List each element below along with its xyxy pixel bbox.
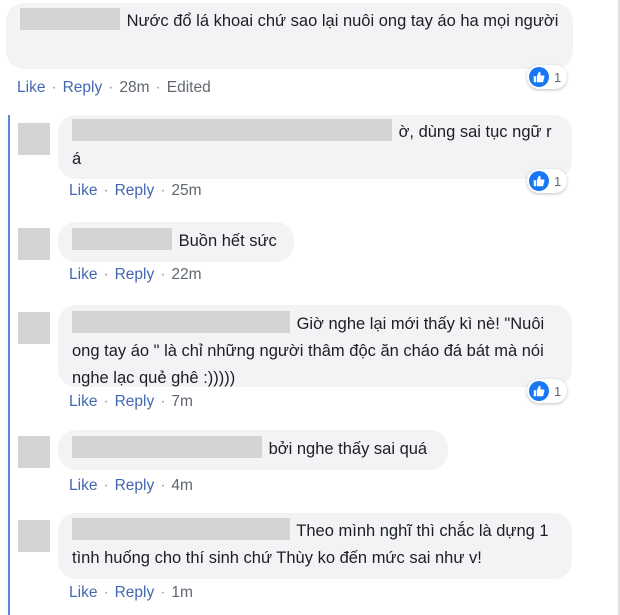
reply-link[interactable]: Reply: [115, 182, 155, 199]
comment-bubble: Theo mình nghĩ thì chắc là dựng 1 tình h…: [58, 513, 572, 579]
thumbs-up-icon: [529, 67, 549, 87]
comment-text: Nước đổ lá khoai chứ sao lại nuôi ong ta…: [126, 12, 559, 30]
avatar[interactable]: [18, 228, 50, 260]
commenter-name-redacted[interactable]: [72, 119, 392, 141]
like-link[interactable]: Like: [69, 477, 97, 494]
thumbs-up-icon: [529, 171, 549, 191]
commenter-name-redacted[interactable]: [20, 8, 120, 30]
comment-actions: Like · Reply · 4m: [69, 477, 193, 494]
thumbs-up-icon: [529, 381, 549, 401]
reply-link[interactable]: Reply: [115, 477, 155, 494]
comment-text: bởi nghe thấy sai quá: [268, 440, 428, 458]
avatar[interactable]: [18, 123, 50, 155]
commenter-name-redacted[interactable]: [72, 311, 290, 333]
timestamp[interactable]: 22m: [171, 266, 201, 283]
comment-text: Buồn hết sức: [178, 232, 277, 250]
like-link[interactable]: Like: [69, 182, 97, 199]
like-link[interactable]: Like: [69, 393, 97, 410]
reply-link[interactable]: Reply: [115, 393, 155, 410]
comment-actions: Like · Reply · 7m: [69, 393, 193, 410]
edited-label: Edited: [166, 79, 211, 96]
reply-link[interactable]: Reply: [115, 266, 155, 283]
comment-actions: Like · Reply · 22m: [69, 266, 202, 283]
reaction-count[interactable]: 1: [527, 379, 568, 403]
avatar[interactable]: [18, 312, 50, 344]
comment-actions: Like · Reply · 25m: [69, 182, 202, 199]
timestamp[interactable]: 1m: [171, 584, 193, 601]
reaction-number: 1: [554, 69, 562, 85]
reaction-number: 1: [554, 383, 562, 399]
timestamp[interactable]: 7m: [171, 393, 193, 410]
like-link[interactable]: Like: [69, 266, 97, 283]
timestamp[interactable]: 4m: [171, 477, 193, 494]
comment-actions: Like · Reply · 1m: [69, 584, 193, 601]
reaction-number: 1: [554, 173, 562, 189]
avatar[interactable]: [18, 520, 50, 552]
comment-bubble: bởi nghe thấy sai quá: [58, 430, 448, 470]
reply-link[interactable]: Reply: [63, 79, 103, 96]
commenter-name-redacted[interactable]: [72, 436, 262, 458]
reaction-count[interactable]: 1: [527, 65, 568, 89]
reaction-count[interactable]: 1: [527, 169, 568, 193]
comment-actions: Like · Reply · 28m · Edited: [17, 79, 211, 96]
reply-thread-line: [8, 115, 10, 615]
comment-bubble: Nước đổ lá khoai chứ sao lại nuôi ong ta…: [6, 3, 573, 69]
comment-bubble: Giờ nghe lại mới thấy kì nè! "Nuôi ong t…: [58, 305, 572, 387]
commenter-name-redacted[interactable]: [72, 228, 172, 250]
timestamp[interactable]: 28m: [119, 79, 149, 96]
comment-bubble: ờ, dùng sai tục ngữ r á: [58, 115, 572, 179]
avatar[interactable]: [18, 436, 50, 468]
commenter-name-redacted[interactable]: [72, 518, 290, 540]
like-link[interactable]: Like: [69, 584, 97, 601]
timestamp[interactable]: 25m: [171, 182, 201, 199]
like-link[interactable]: Like: [17, 79, 45, 96]
comment-bubble: Buồn hết sức: [58, 222, 294, 262]
reply-link[interactable]: Reply: [115, 584, 155, 601]
